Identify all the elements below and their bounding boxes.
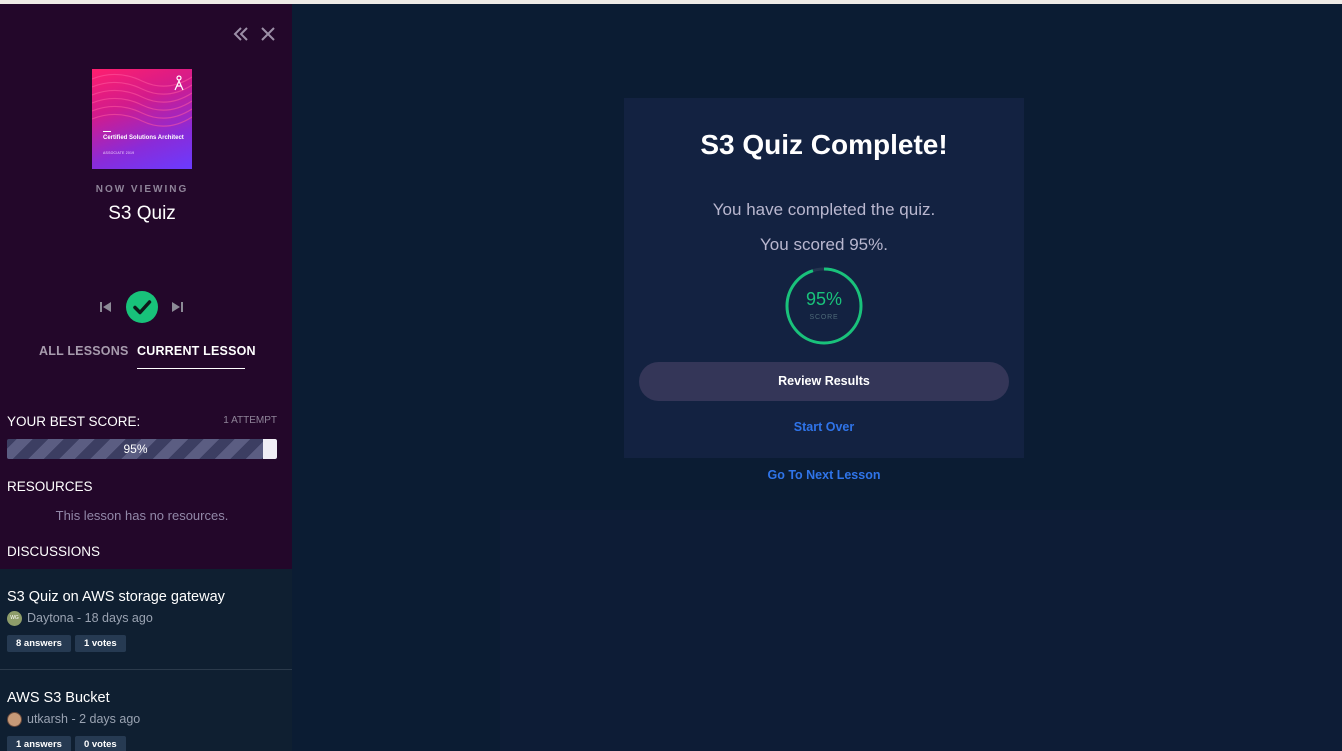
- main-content-backdrop: [500, 510, 1342, 751]
- active-tab-indicator: [137, 368, 245, 369]
- lesson-sidebar: Certified Solutions Architect ASSOCIATE …: [0, 4, 292, 751]
- no-resources-text: This lesson has no resources.: [55, 508, 229, 523]
- discussion-item[interactable]: S3 Quiz on AWS storage gateway WG Dayton…: [0, 569, 292, 669]
- avatar: WG: [7, 610, 22, 626]
- quiz-complete-title: S3 Quiz Complete!: [700, 129, 948, 160]
- answers-badge: 1 answers: [7, 736, 71, 751]
- tab-all-lessons[interactable]: ALL LESSONS: [39, 344, 128, 358]
- attempt-count: 1 ATTEMPT: [223, 415, 277, 426]
- discussion-badges: 8 answers 1 votes: [7, 635, 126, 652]
- resources-heading: RESOURCES: [7, 479, 93, 494]
- cover-subtitle: ASSOCIATE 2019: [103, 151, 135, 155]
- close-icon[interactable]: [258, 24, 278, 44]
- avatar: [7, 711, 22, 727]
- discussion-meta: utkarsh - 2 days ago: [7, 711, 140, 727]
- discussion-title[interactable]: S3 Quiz on AWS storage gateway: [7, 589, 225, 605]
- score-message: You scored 95%.: [760, 235, 888, 254]
- score-caption: SCORE: [809, 314, 839, 321]
- answers-badge: 8 answers: [7, 635, 71, 652]
- discussions-heading: DISCUSSIONS: [7, 544, 101, 559]
- votes-badge: 0 votes: [74, 736, 126, 751]
- progress-bar-remainder: [263, 439, 277, 459]
- collapse-sidebar-icon[interactable]: [231, 24, 251, 44]
- tab-current-lesson[interactable]: CURRENT LESSON: [137, 344, 256, 358]
- completion-message: You have completed the quiz.: [712, 200, 936, 219]
- lesson-complete-check-icon[interactable]: [126, 291, 158, 323]
- best-score-value: 95%: [123, 442, 148, 456]
- sidebar-lesson-panel: Certified Solutions Architect ASSOCIATE …: [0, 4, 292, 569]
- review-results-button[interactable]: Review Results: [639, 362, 1009, 401]
- quiz-result-card: S3 Quiz Complete! You have completed the…: [624, 98, 1024, 458]
- discussion-badges: 1 answers 0 votes: [7, 736, 126, 751]
- start-over-link[interactable]: Start Over: [624, 420, 1024, 434]
- best-score-heading: YOUR BEST SCORE:: [7, 414, 141, 429]
- lesson-navigation: [96, 289, 192, 325]
- discussion-author-meta: utkarsh - 2 days ago: [27, 712, 141, 726]
- discussion-item[interactable]: AWS S3 Bucket utkarsh - 2 days ago 1 ans…: [0, 670, 292, 751]
- discussion-meta: WG Daytona - 18 days ago: [7, 610, 153, 626]
- discussion-author-meta: Daytona - 18 days ago: [27, 611, 153, 625]
- next-lesson-icon[interactable]: [169, 299, 185, 315]
- now-viewing-label: NOW VIEWING: [95, 184, 189, 195]
- cover-logo-icon: [174, 75, 184, 91]
- cover-divider: [103, 131, 111, 132]
- lesson-title: S3 Quiz: [108, 203, 176, 224]
- course-cover-image: Certified Solutions Architect ASSOCIATE …: [92, 69, 192, 169]
- next-lesson-link[interactable]: Go To Next Lesson: [624, 468, 1024, 482]
- discussion-title[interactable]: AWS S3 Bucket: [7, 690, 110, 706]
- score-value: 95%: [805, 289, 843, 309]
- cover-title: Certified Solutions Architect: [103, 135, 184, 141]
- previous-lesson-icon[interactable]: [98, 299, 114, 315]
- votes-badge: 1 votes: [74, 635, 126, 652]
- best-score-progress-bar: 95%: [7, 439, 277, 459]
